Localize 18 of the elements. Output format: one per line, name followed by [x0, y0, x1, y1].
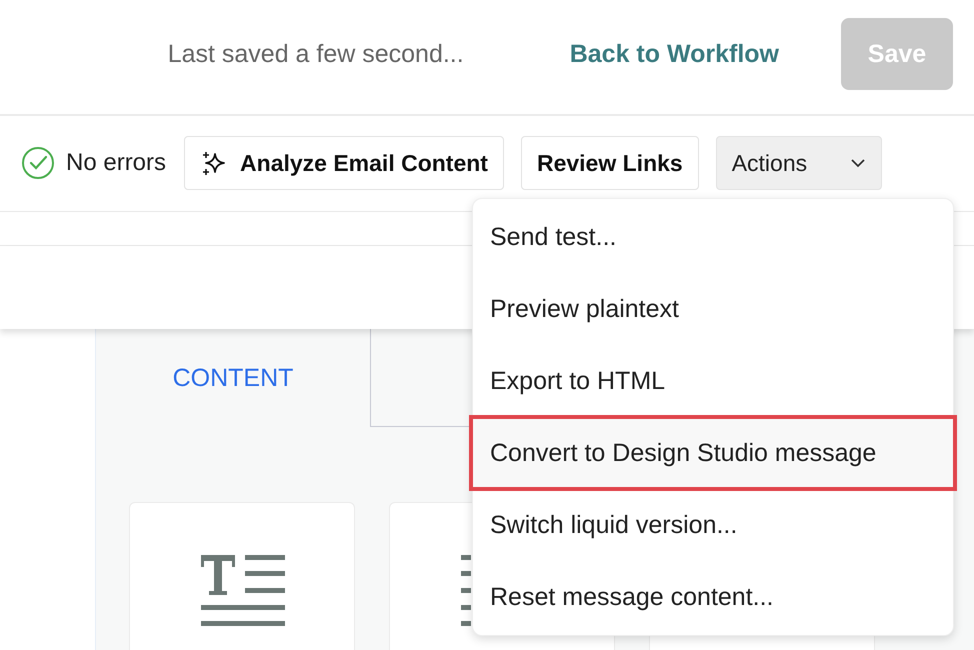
back-to-workflow-link[interactable]: Back to Workflow	[570, 40, 779, 68]
menu-item[interactable]: Preview plaintext	[473, 273, 953, 345]
menu-item[interactable]: Reset message content...	[473, 561, 953, 633]
list-block-icon	[461, 555, 471, 627]
caret-icon	[850, 158, 866, 168]
tab[interactable]: CONTENT	[96, 329, 370, 427]
menu-item[interactable]: Switch liquid version...	[473, 489, 953, 561]
actions-dropdown[interactable]: Actions	[716, 136, 882, 190]
review-links-button[interactable]: Review Links	[520, 136, 699, 190]
menu-item[interactable]: Export to HTML	[473, 345, 953, 417]
check-circle-icon	[21, 146, 55, 180]
block-card[interactable]	[129, 502, 355, 650]
analyze-button[interactable]: Analyze Email Content	[184, 136, 504, 190]
text-block-icon	[201, 555, 285, 627]
save-status: Last saved a few second...	[168, 40, 464, 68]
menu-item[interactable]: Convert to Design Studio message	[471, 417, 955, 489]
menu-item[interactable]: Send test...	[473, 201, 953, 273]
validation-status: No errors	[66, 149, 166, 177]
